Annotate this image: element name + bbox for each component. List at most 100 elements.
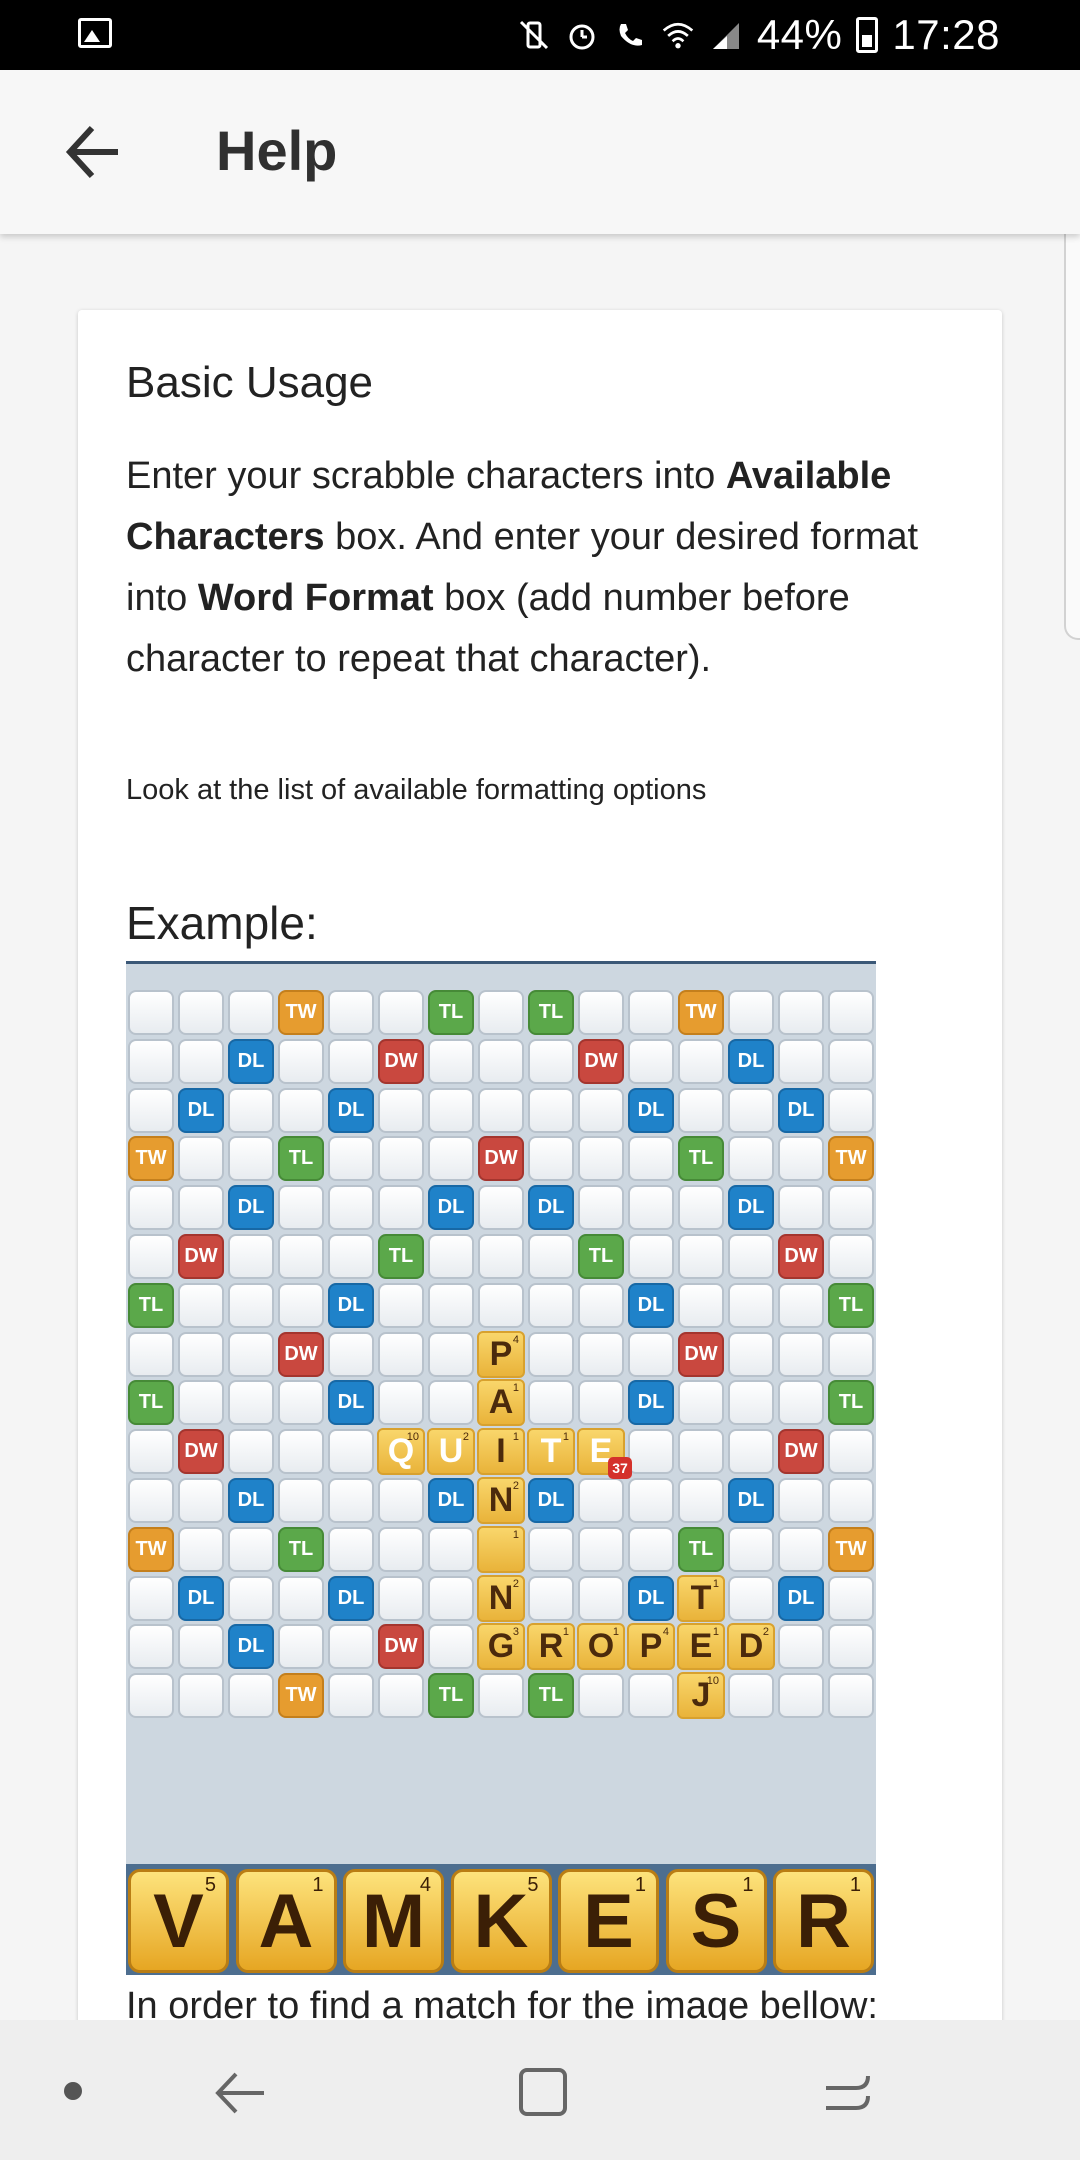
- board-square: [828, 1575, 874, 1621]
- back-nav-icon[interactable]: [206, 2058, 276, 2128]
- board-square: [728, 1380, 774, 1426]
- board-square: [228, 1136, 274, 1182]
- bonus-square-dw: DW: [478, 1136, 524, 1182]
- board-square: [628, 1673, 674, 1719]
- home-nav-icon[interactable]: [509, 2058, 579, 2128]
- rack-tile: S1: [665, 1869, 767, 1973]
- board-square: [428, 1380, 474, 1426]
- bonus-square-tw: TW: [828, 1526, 874, 1572]
- board-square: [578, 1673, 624, 1719]
- rack-tile: K5: [450, 1869, 552, 1973]
- board-square: [428, 1234, 474, 1279]
- bonus-square-tl: TL: [128, 1282, 174, 1328]
- bonus-square-dw: DW: [378, 1624, 424, 1670]
- bonus-square-dl: DL: [428, 1478, 474, 1523]
- help-content[interactable]: Basic Usage Enter your scrabble characte…: [0, 234, 1080, 2020]
- board-square: [628, 990, 674, 1035]
- recents-nav-icon[interactable]: [812, 2058, 882, 2128]
- board-tile: I1: [477, 1428, 525, 1476]
- board-square: [178, 1185, 224, 1231]
- tile-letter: P: [489, 1334, 513, 1373]
- board-square: [578, 1526, 624, 1572]
- board-square: [728, 1087, 774, 1133]
- board-square: [178, 1282, 224, 1328]
- board-square: [728, 1526, 774, 1572]
- rack-tile-points: 1: [634, 1874, 646, 1896]
- board-square: [128, 1331, 174, 1377]
- board-square: [828, 1038, 874, 1084]
- board-square: [528, 1038, 574, 1084]
- board-tile: U2: [427, 1428, 475, 1476]
- bonus-square-tl: TL: [428, 990, 474, 1035]
- wifi-call-icon: [613, 18, 647, 52]
- board-square: [628, 1526, 674, 1572]
- tile-points: 2: [462, 1431, 469, 1444]
- board-square: [728, 1234, 774, 1279]
- board-square: [778, 1038, 824, 1084]
- tile-letter: A: [488, 1383, 514, 1422]
- tile-points: 1: [562, 1431, 569, 1444]
- board-square: [728, 990, 774, 1035]
- bonus-square-tl: TL: [828, 1380, 874, 1426]
- board-square: [728, 1673, 774, 1719]
- board-square: [628, 1234, 674, 1279]
- tile-points: 2: [512, 1577, 519, 1590]
- board-square: [228, 1087, 274, 1133]
- board-square: [478, 1185, 524, 1231]
- board-square: [428, 1087, 474, 1133]
- board-square: [378, 1185, 424, 1231]
- board-tile: Q 10: [377, 1428, 425, 1476]
- board-square: [178, 1526, 224, 1572]
- board-square: [828, 1673, 874, 1719]
- board-tile: P4: [477, 1330, 525, 1378]
- board-square: [278, 1234, 324, 1279]
- rack-tile-points: 1: [849, 1874, 861, 1896]
- battery-percent: 44%: [756, 11, 843, 58]
- board-square: [828, 1624, 874, 1670]
- board-square: [178, 1673, 224, 1719]
- tile-points: 1: [712, 1626, 719, 1639]
- board-square: [828, 1478, 874, 1523]
- board-square: [728, 1575, 774, 1621]
- board-square: [828, 1087, 874, 1133]
- tile-points: 1: [512, 1528, 519, 1541]
- board-square: [678, 1087, 724, 1133]
- board-square: [278, 1038, 324, 1084]
- bonus-square-tl: TL: [378, 1234, 424, 1279]
- status-icons: 44% 17:28: [517, 10, 1000, 60]
- board-square: [528, 1087, 574, 1133]
- bonus-square-tw: TW: [828, 1136, 874, 1182]
- rack-tile-points: 5: [527, 1874, 539, 1896]
- bonus-square-tw: TW: [278, 990, 324, 1035]
- board-square: [578, 1087, 624, 1133]
- rack-tile-points: 5: [204, 1874, 216, 1896]
- tile-letter: N: [488, 1578, 514, 1617]
- tile-letter: O: [587, 1627, 615, 1666]
- board-square: [178, 1478, 224, 1523]
- rack-tile-letter: V: [153, 1878, 204, 1964]
- tile-points: 4: [512, 1333, 519, 1346]
- bonus-square-tl: TL: [278, 1136, 324, 1182]
- bold-word-format: Word Format: [197, 577, 434, 619]
- back-arrow-icon[interactable]: [62, 122, 124, 182]
- board-square: [478, 1673, 524, 1719]
- board-tile: N2: [477, 1574, 525, 1622]
- board-square: [528, 1234, 574, 1279]
- bonus-square-dl: DL: [228, 1038, 274, 1084]
- rack-tile-points: 1: [312, 1874, 324, 1896]
- board-tile: T1: [677, 1574, 725, 1622]
- board-square: [478, 1234, 524, 1279]
- board-square: [678, 1038, 724, 1084]
- page-title: Help: [216, 119, 338, 182]
- tile-points: 1: [612, 1626, 619, 1639]
- board-square: [128, 1673, 174, 1719]
- vibrate-mute-icon: [517, 18, 551, 52]
- board-square: [328, 1673, 374, 1719]
- board-tile: P4: [627, 1623, 675, 1671]
- board-square: [228, 1429, 274, 1475]
- board-square: [778, 1282, 824, 1328]
- dot-indicator-icon: [64, 2082, 82, 2100]
- board-square: [728, 1136, 774, 1182]
- board-square: [228, 1380, 274, 1426]
- bonus-square-dw: DW: [178, 1429, 224, 1475]
